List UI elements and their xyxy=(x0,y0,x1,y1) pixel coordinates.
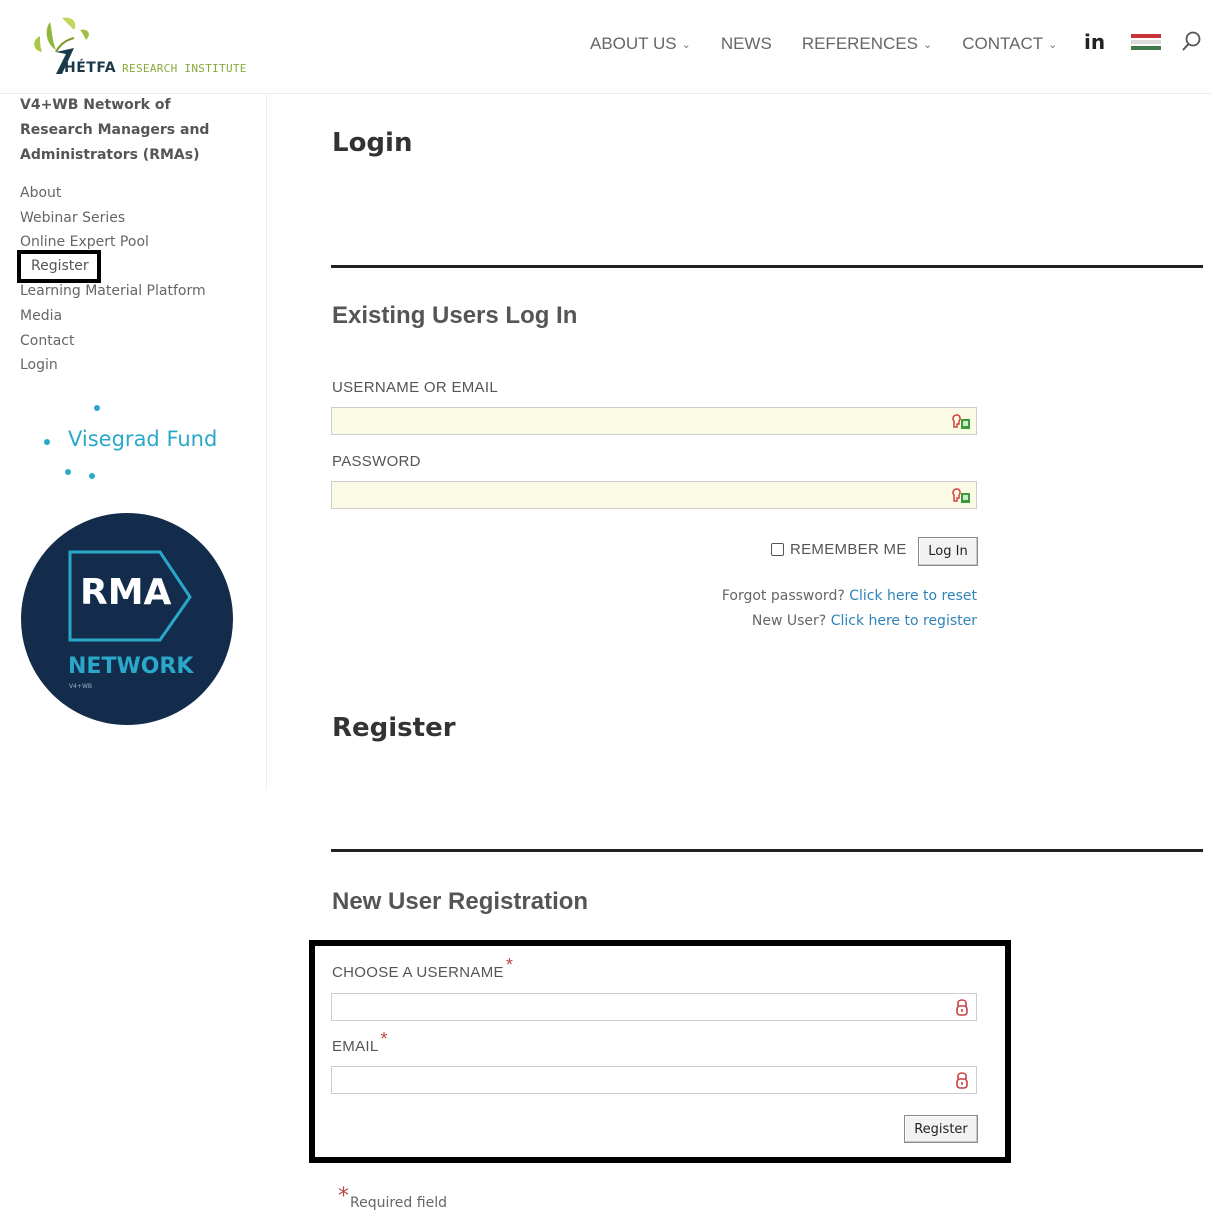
password-manager-lock-icon[interactable] xyxy=(954,997,970,1019)
sidebar-item-about[interactable]: About xyxy=(20,181,206,206)
forgot-password-line: Forgot password? Click here to reset xyxy=(722,584,977,609)
nav-references-label: REFERENCES xyxy=(801,34,918,53)
rma-logo-tagline: V4+WB xyxy=(69,683,92,690)
logo-sub: RESEARCH INSTITUTE xyxy=(122,62,247,75)
choose-username-label-text: CHOOSE A USERNAME xyxy=(332,964,504,981)
nav-about-us[interactable]: ABOUT US ⌄ xyxy=(590,34,691,54)
sidebar-item-learning-material-platform[interactable]: Learning Material Platform xyxy=(20,279,206,304)
chevron-down-icon: ⌄ xyxy=(681,39,691,51)
sidebar-item-register[interactable]: Register xyxy=(17,250,101,283)
logo-text: HÉTFA RESEARCH INSTITUTE xyxy=(64,60,247,76)
username-input[interactable] xyxy=(332,408,954,434)
sidebar-divider xyxy=(266,94,267,790)
section-divider xyxy=(331,265,1203,268)
page-title-login: Login xyxy=(332,128,413,158)
forgot-password-text: Forgot password? xyxy=(721,588,845,604)
top-navigation: ABOUT US ⌄ NEWS REFERENCES ⌄ CONTACT ⌄ xyxy=(590,30,1087,58)
choose-username-field[interactable] xyxy=(331,993,977,1021)
nav-news-label: NEWS xyxy=(720,34,772,53)
email-field[interactable] xyxy=(331,1066,977,1094)
email-label-text: EMAIL xyxy=(332,1038,379,1055)
rma-logo-text: RMA xyxy=(80,572,172,613)
email-label: EMAIL * xyxy=(332,1029,388,1056)
required-star: * xyxy=(338,1184,349,1209)
hetfa-logo[interactable]: HÉTFA RESEARCH INSTITUTE xyxy=(22,8,252,80)
remember-me-checkbox[interactable] xyxy=(771,543,784,556)
nav-news[interactable]: NEWS xyxy=(721,34,772,54)
username-label: USERNAME OR EMAIL xyxy=(332,379,498,396)
login-button[interactable]: Log In xyxy=(918,537,978,566)
password-label: PASSWORD xyxy=(332,453,421,470)
chevron-down-icon: ⌄ xyxy=(1048,39,1058,51)
chevron-down-icon: ⌄ xyxy=(923,39,933,51)
sidebar-item-login[interactable]: Login xyxy=(20,353,206,378)
visegrad-fund-logo[interactable]: Visegrad Fund xyxy=(68,427,217,451)
sidebar-item-webinar-series[interactable]: Webinar Series xyxy=(20,206,206,231)
username-field[interactable] xyxy=(331,407,977,435)
sidebar-item-media[interactable]: Media xyxy=(20,304,206,329)
register-link[interactable]: Click here to register xyxy=(831,613,977,629)
choose-username-label: CHOOSE A USERNAME * xyxy=(332,955,513,982)
required-star: * xyxy=(380,1029,388,1049)
required-field-text: Required field xyxy=(350,1195,447,1211)
nav-contact-label: CONTACT xyxy=(962,34,1044,53)
password-manager-key-icon[interactable] xyxy=(950,485,972,507)
login-links: Forgot password? Click here to reset New… xyxy=(722,584,977,634)
password-manager-key-icon[interactable] xyxy=(950,411,972,433)
linkedin-icon[interactable]: in xyxy=(1084,30,1105,54)
register-button[interactable]: Register xyxy=(904,1115,978,1143)
section-divider xyxy=(331,849,1203,852)
remember-me-label[interactable]: REMEMBER ME xyxy=(790,541,907,558)
sidebar-title: V4+WB Network of Research Managers and A… xyxy=(20,97,210,163)
rma-logo-network: NETWORK xyxy=(68,654,194,679)
sidebar-item-contact[interactable]: Contact xyxy=(20,329,206,354)
page-title-register: Register xyxy=(332,713,456,743)
new-user-line: New User? Click here to register xyxy=(722,609,977,634)
nav-contact[interactable]: CONTACT ⌄ xyxy=(962,34,1057,54)
new-user-registration-heading: New User Registration xyxy=(332,888,589,915)
nav-about-us-label: ABOUT US xyxy=(590,34,677,53)
password-manager-lock-icon[interactable] xyxy=(954,1070,970,1092)
nav-references[interactable]: REFERENCES ⌄ xyxy=(802,34,932,54)
choose-username-input[interactable] xyxy=(332,994,954,1020)
remember-me: REMEMBER ME xyxy=(771,541,907,558)
required-star: * xyxy=(505,955,514,975)
search-icon[interactable] xyxy=(1181,30,1203,54)
reset-password-link[interactable]: Click here to reset xyxy=(849,588,977,604)
existing-users-heading: Existing Users Log In xyxy=(332,302,578,329)
hungarian-flag-icon[interactable] xyxy=(1131,34,1161,51)
logo-main: HÉTFA xyxy=(64,60,117,76)
password-field[interactable] xyxy=(331,481,977,509)
required-field-note: *Required field xyxy=(338,1184,447,1213)
email-input[interactable] xyxy=(332,1067,954,1093)
password-input[interactable] xyxy=(332,482,954,508)
rma-network-logo[interactable] xyxy=(20,512,234,726)
new-user-text: New User? xyxy=(751,613,827,629)
